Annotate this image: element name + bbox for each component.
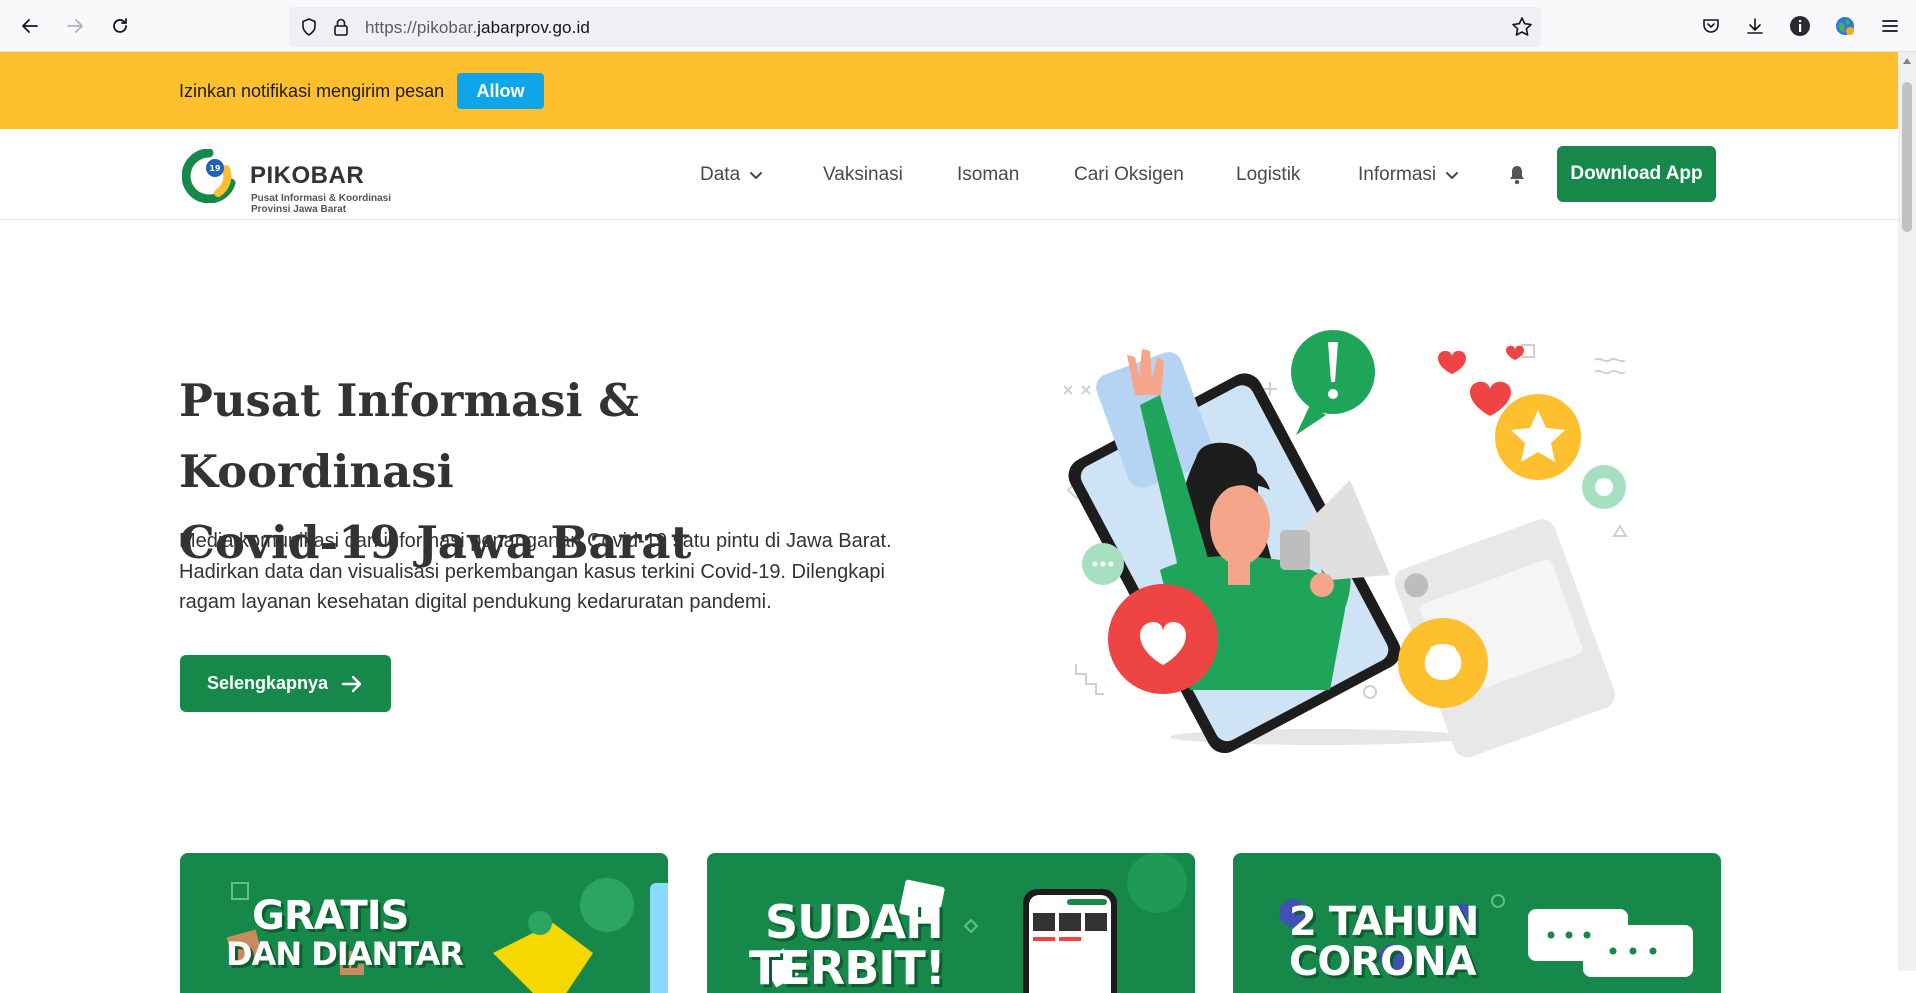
url-text[interactable]: https://pikobar.jabarprov.go.id	[365, 18, 590, 38]
reload-icon	[113, 18, 127, 33]
page-scrollbar[interactable]	[1898, 52, 1916, 971]
browser-toolbar: https://pikobar.jabarprov.go.id	[0, 0, 1916, 52]
chevron-down-icon	[750, 172, 763, 179]
scrollbar-thumb[interactable]	[1902, 82, 1912, 232]
logo-name: PIKOBAR	[250, 162, 365, 189]
reload-button[interactable]	[104, 10, 136, 42]
arrow-right-icon	[341, 675, 362, 692]
forward-arrow-icon	[67, 19, 83, 33]
card-title-line2: DAN DIANTAR	[226, 935, 464, 973]
bookmark-star-icon[interactable]	[1511, 16, 1533, 43]
extension-info-icon[interactable]	[1786, 12, 1814, 40]
download-app-button[interactable]: Download App	[1557, 146, 1716, 202]
site-header: 19 PIKOBAR Pusat Informasi & Koordinasi …	[0, 129, 1898, 220]
notification-message: Izinkan notifikasi mengirim pesan	[179, 81, 445, 101]
menu-hamburger-icon[interactable]	[1876, 12, 1904, 40]
address-bar[interactable]: https://pikobar.jabarprov.go.id	[289, 7, 1541, 47]
card-title-line1: 2 TAHUN	[1289, 899, 1479, 945]
allow-notification-button[interactable]: Allow	[457, 73, 544, 109]
svg-text:19: 19	[209, 164, 221, 173]
logo-tagline: Pusat Informasi & Koordinasi Provinsi Ja…	[251, 193, 392, 215]
lock-icon[interactable]	[332, 17, 350, 42]
back-arrow-icon	[22, 19, 38, 33]
shield-icon[interactable]	[299, 17, 319, 42]
forward-button[interactable]	[59, 10, 91, 42]
nav-item-data[interactable]: Data	[700, 164, 764, 186]
card-title-line1: GRATIS	[252, 893, 409, 939]
promo-card-sudah-terbit[interactable]: SUDAH TERBIT!	[707, 853, 1195, 993]
pikobar-logo[interactable]: 19 PIKOBAR Pusat Informasi & Koordinasi …	[180, 145, 420, 215]
pocket-icon[interactable]	[1697, 12, 1725, 40]
nav-item-logistik[interactable]: Logistik	[1236, 164, 1300, 186]
nav-item-vaksinasi[interactable]: Vaksinasi	[823, 164, 903, 186]
card-title-line2: TERBIT!	[749, 941, 946, 993]
nav-item-informasi[interactable]: Informasi	[1358, 164, 1460, 186]
card-title-line2: CORONA	[1289, 939, 1477, 985]
back-button[interactable]	[14, 10, 46, 42]
pikobar-logo-icon: 19	[182, 149, 236, 203]
promo-card-2-tahun-corona[interactable]: 2 TAHUN CORONA	[1233, 853, 1721, 993]
promo-card-gratis[interactable]: GRATIS DAN DIANTAR	[180, 853, 668, 993]
notification-permission-banner: Izinkan notifikasi mengirim pesan Allow	[0, 52, 1898, 129]
selengkapnya-button[interactable]: Selengkapnya	[180, 655, 391, 712]
extension-globe-icon[interactable]	[1831, 12, 1859, 40]
scroll-up-arrow-icon[interactable]	[1903, 58, 1911, 64]
nav-item-cari-oksigen[interactable]: Cari Oksigen	[1074, 164, 1184, 186]
downloads-icon[interactable]	[1741, 12, 1769, 40]
hero-illustration	[1063, 330, 1628, 758]
chevron-down-icon	[1446, 172, 1459, 179]
notification-bell-icon[interactable]	[1507, 164, 1527, 191]
card-title-line1: SUDAH	[765, 895, 944, 949]
hero-description: Media komunikasi dan informasi penangana…	[179, 530, 892, 613]
nav-item-isoman[interactable]: Isoman	[957, 164, 1019, 186]
